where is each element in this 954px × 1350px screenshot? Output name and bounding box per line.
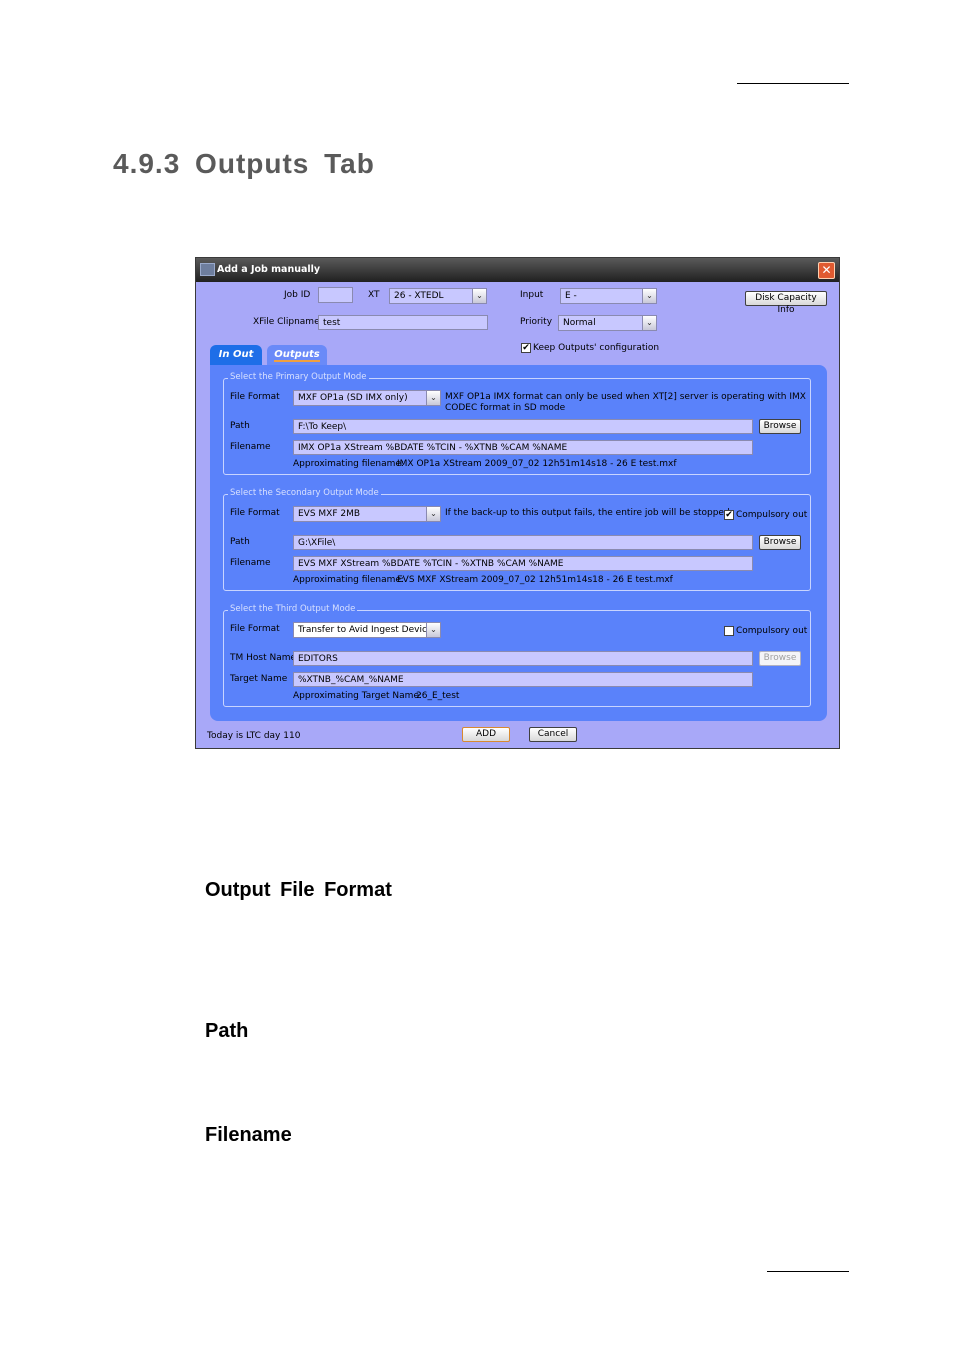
outputs-panel: Select the Primary Output Mode File Form… — [210, 365, 827, 721]
third-compulsory-checkbox[interactable] — [724, 626, 734, 636]
footer-rule — [767, 1271, 849, 1272]
tab-outputs-label: Outputs — [274, 349, 320, 362]
subheading-filename: Filename — [205, 1124, 292, 1146]
primary-legend: Select the Primary Output Mode — [228, 372, 369, 382]
priority-select-value: Normal — [563, 318, 596, 328]
primary-file-format-select[interactable]: MXF OP1a (SD IMX only) ⌄ — [293, 390, 441, 406]
secondary-path-input[interactable]: G:\XFile\ — [293, 535, 753, 550]
primary-hint-line2: CODEC format in SD mode — [445, 403, 566, 413]
keep-outputs-label: Keep Outputs' configuration — [533, 343, 660, 353]
secondary-approx-value: EVS MXF XStream 2009_07_02 12h51m14s18 -… — [397, 575, 673, 585]
tab-outputs[interactable]: Outputs — [267, 345, 327, 365]
primary-filename-label: Filename — [230, 442, 271, 452]
secondary-browse-button[interactable]: Browse — [759, 535, 801, 550]
third-approx-value: 26_E_test — [416, 691, 460, 701]
priority-select[interactable]: Normal ⌄ — [558, 315, 657, 331]
third-browse-button[interactable]: Browse — [759, 651, 801, 666]
third-host-input[interactable]: EDITORS — [293, 651, 753, 666]
secondary-file-format-label: File Format — [230, 508, 280, 518]
tab-in-out-label: In Out — [218, 349, 254, 360]
secondary-legend: Select the Secondary Output Mode — [228, 488, 381, 498]
header-rule — [737, 83, 849, 84]
primary-approx-value: IMX OP1a XStream 2009_07_02 12h51m14s18 … — [397, 459, 677, 469]
subheading-output-file-format: Output File Format — [205, 879, 392, 901]
add-job-dialog: Add a Job manually ✕ Job ID XT 26 - XTED… — [195, 257, 840, 749]
third-file-format-value: Transfer to Avid Ingest Device — [298, 625, 433, 635]
xfile-clipname-label: XFile Clipname — [253, 317, 320, 327]
xt-select[interactable]: 26 - XTEDL ⌄ — [389, 288, 487, 304]
job-id-input[interactable] — [318, 287, 353, 303]
third-file-format-select[interactable]: Transfer to Avid Ingest Device ⌄ — [293, 622, 441, 638]
primary-file-format-label: File Format — [230, 392, 280, 402]
app-icon — [200, 263, 215, 276]
primary-path-label: Path — [230, 421, 250, 431]
chevron-down-icon: ⌄ — [642, 316, 656, 330]
add-button[interactable]: ADD — [462, 727, 510, 742]
primary-filename-input[interactable]: IMX OP1a XStream %BDATE %TCIN - %XTNB %C… — [293, 440, 753, 455]
cancel-button[interactable]: Cancel — [529, 727, 577, 742]
tab-in-out[interactable]: In Out — [210, 345, 262, 365]
secondary-filename-input[interactable]: EVS MXF XStream %BDATE %TCIN - %XTNB %CA… — [293, 556, 753, 571]
chevron-down-icon: ⌄ — [472, 289, 486, 303]
close-button[interactable]: ✕ — [818, 262, 835, 279]
third-compulsory-label: Compulsory out — [736, 626, 808, 636]
primary-hint-line1: MXF OP1a IMX format can only be used whe… — [445, 392, 806, 402]
ltc-day-status: Today is LTC day 110 — [207, 731, 301, 741]
keep-outputs-checkbox[interactable]: ✔ — [521, 343, 531, 353]
secondary-output-group: Select the Secondary Output Mode File Fo… — [223, 488, 811, 591]
secondary-path-label: Path — [230, 537, 250, 547]
chevron-down-icon: ⌄ — [426, 507, 440, 521]
input-select[interactable]: E - ⌄ — [560, 288, 657, 304]
xfile-clipname-input[interactable]: test — [318, 315, 488, 330]
primary-file-format-value: MXF OP1a (SD IMX only) — [298, 393, 408, 403]
dialog-title: Add a Job manually — [217, 264, 321, 275]
input-label: Input — [520, 290, 544, 300]
secondary-approx-label: Approximating filename: — [293, 575, 404, 585]
subheading-path: Path — [205, 1020, 249, 1042]
secondary-file-format-select[interactable]: EVS MXF 2MB ⌄ — [293, 506, 441, 522]
primary-path-input[interactable]: F:\To Keep\ — [293, 419, 753, 434]
job-id-label: Job ID — [284, 290, 311, 300]
secondary-file-format-value: EVS MXF 2MB — [298, 509, 361, 519]
input-select-value: E - — [565, 291, 577, 301]
priority-label: Priority — [520, 317, 553, 327]
secondary-compulsory-label: Compulsory out — [736, 510, 808, 520]
third-target-input[interactable]: %XTNB_%CAM_%NAME — [293, 672, 753, 687]
third-legend: Select the Third Output Mode — [228, 604, 358, 614]
secondary-filename-label: Filename — [230, 558, 271, 568]
secondary-hint: If the back-up to this output fails, the… — [445, 508, 733, 518]
third-file-format-label: File Format — [230, 624, 280, 634]
chevron-down-icon: ⌄ — [426, 623, 440, 637]
xt-select-value: 26 - XTEDL — [394, 291, 444, 301]
third-approx-label: Approximating Target Name: — [293, 691, 423, 701]
primary-browse-button[interactable]: Browse — [759, 419, 801, 434]
primary-approx-label: Approximating filename: — [293, 459, 404, 469]
chevron-down-icon: ⌄ — [426, 391, 440, 405]
third-output-group: Select the Third Output Mode File Format… — [223, 604, 811, 707]
primary-output-group: Select the Primary Output Mode File Form… — [223, 372, 811, 475]
chevron-down-icon: ⌄ — [642, 289, 656, 303]
third-target-label: Target Name — [230, 674, 288, 684]
third-host-label: TM Host Name — [230, 653, 297, 663]
disk-capacity-info-button[interactable]: Disk Capacity Info — [745, 291, 827, 315]
title-bar[interactable]: Add a Job manually ✕ — [196, 258, 839, 282]
close-icon: ✕ — [821, 263, 832, 277]
xt-label: XT — [368, 290, 380, 300]
secondary-compulsory-checkbox[interactable]: ✔ — [724, 510, 734, 520]
section-title: 4.9.3 Outputs Tab — [113, 148, 375, 179]
